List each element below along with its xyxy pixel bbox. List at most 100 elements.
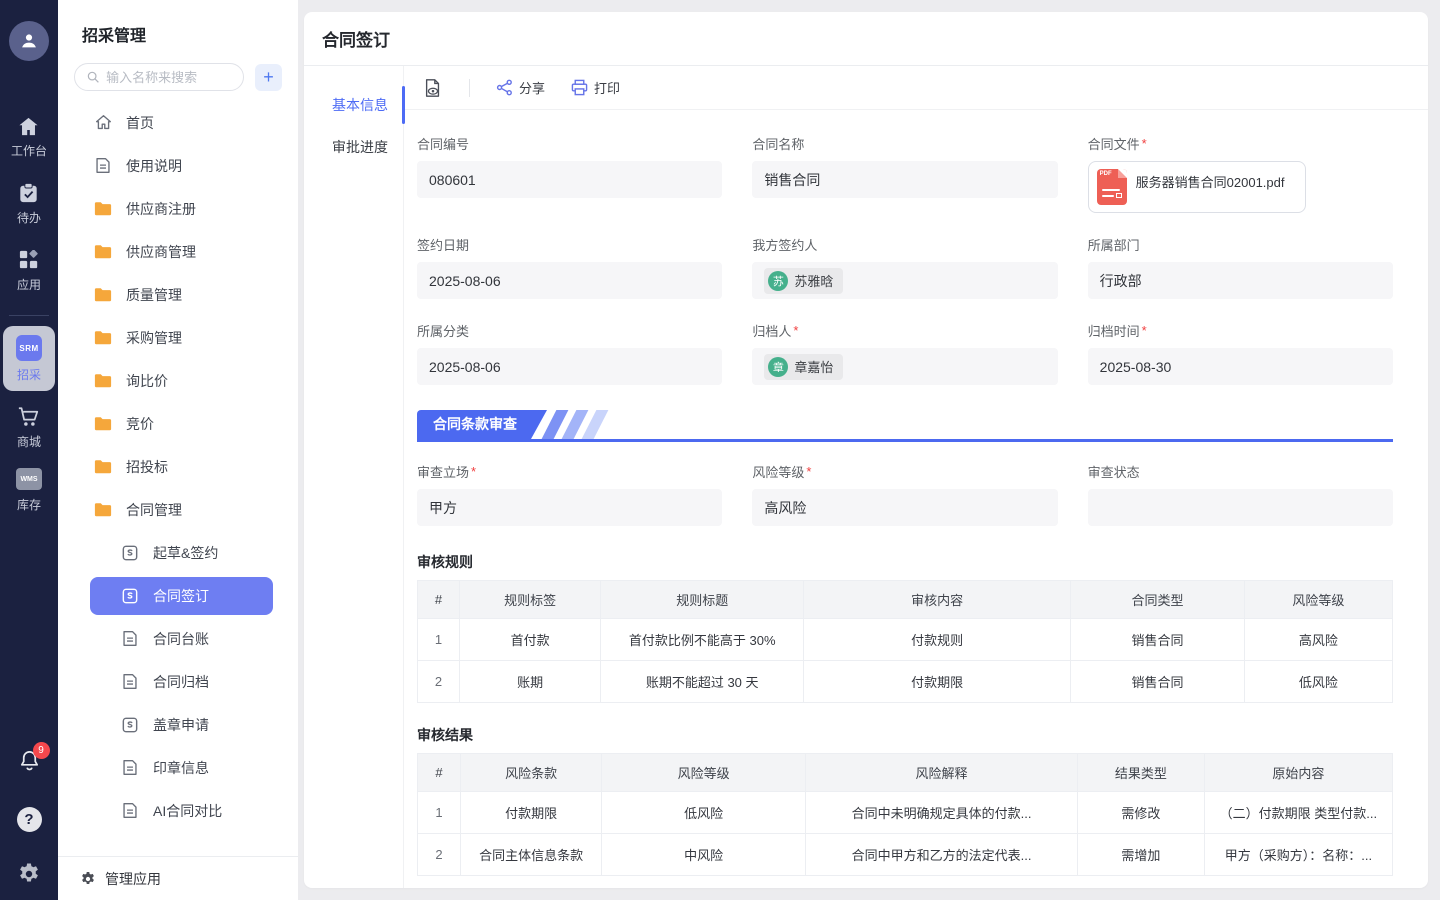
sidebar-item-draft-sign[interactable]: 起草&签约 — [58, 531, 298, 574]
tab-basic-info[interactable]: 基本信息 — [304, 84, 403, 126]
field-contract-no: 合同编号 080601 — [417, 134, 722, 213]
rail-item-workbench[interactable]: 工作台 — [11, 117, 47, 159]
field-archiver: 归档人* 章 章嘉怡 — [752, 321, 1057, 385]
vertical-tabs: 基本信息 审批进度 — [304, 66, 404, 888]
main-area: 合同签订 基本信息 审批进度 分享 — [298, 0, 1440, 900]
srm-badge: SRM — [16, 335, 42, 361]
table-row[interactable]: 1 首付款 首付款比例不能高于 30% 付款规则 销售合同 高风险 — [418, 619, 1393, 661]
search-box — [74, 63, 244, 91]
required-asterisk: * — [806, 464, 811, 479]
sidebar-item-ai-contract-compare[interactable]: AI合同对比 — [58, 789, 298, 832]
sidebar-item-label: 质量管理 — [126, 285, 182, 305]
sidebar-item-contract-mgmt[interactable]: 合同管理 — [58, 488, 298, 531]
sidebar-item-contract-ledger[interactable]: 合同台账 — [58, 617, 298, 660]
sidebar-item-label: 询比价 — [126, 371, 168, 391]
table-row[interactable]: 1 付款期限 低风险 合同中未明确规定具体的付款... 需修改 （二）付款期限 … — [418, 792, 1393, 834]
signer-input[interactable]: 苏 苏雅晗 — [752, 262, 1057, 299]
sidebar-item-label: 首页 — [126, 113, 154, 133]
column-header: 风险解释 — [806, 754, 1078, 792]
sidebar-item-label: 招投标 — [126, 457, 168, 477]
table-cell: 2 — [418, 834, 461, 876]
home-outline-icon — [93, 114, 113, 131]
apps-grid-icon — [19, 250, 39, 270]
review-position-input[interactable]: 甲方 — [417, 489, 722, 526]
page-title: 合同签订 — [322, 26, 390, 51]
preview-file-icon — [423, 78, 443, 98]
tab-approval-progress[interactable]: 审批进度 — [304, 126, 403, 168]
rail-item-todo[interactable]: 待办 — [17, 183, 41, 226]
risk-level-input[interactable]: 高风险 — [752, 489, 1057, 526]
sidebar-item-rfq[interactable]: 询比价 — [58, 359, 298, 402]
share-button[interactable]: 分享 — [490, 74, 551, 101]
user-avatar[interactable] — [9, 21, 49, 61]
sign-date-input[interactable]: 2025-08-06 — [417, 262, 722, 299]
print-button[interactable]: 打印 — [565, 74, 626, 101]
field-label: 审查状态 — [1088, 462, 1140, 481]
field-label: 我方签约人 — [752, 235, 817, 254]
table-cell: 付款期限 — [804, 661, 1071, 703]
table-cell: 需增加 — [1078, 834, 1205, 876]
table-cell: 1 — [418, 619, 460, 661]
rules-table: # 规则标签 规则标题 审核内容 合同类型 风险等级 1 — [417, 580, 1393, 703]
table-cell: 低风险 — [1244, 661, 1392, 703]
sidebar-item-contract-archive[interactable]: 合同归档 — [58, 660, 298, 703]
contract-no-input[interactable]: 080601 — [417, 161, 722, 198]
preview-file-button[interactable] — [417, 74, 449, 102]
rail-item-apps[interactable]: 应用 — [17, 250, 41, 293]
table-row[interactable]: 2 合同主体信息条款 中风险 合同中甲方和乙方的法定代表... 需增加 甲方（采… — [418, 834, 1393, 876]
rail-item-label: 招采 — [17, 366, 41, 383]
review-status-input[interactable] — [1088, 489, 1393, 526]
field-contract-file: 合同文件* PDF 服务器销售合同02001.pdf — [1088, 134, 1393, 213]
field-label: 风险等级 — [752, 462, 804, 481]
sidebar-item-quality-mgmt[interactable]: 质量管理 — [58, 273, 298, 316]
add-button[interactable]: + — [255, 64, 282, 91]
sidebar-item-contract-signing[interactable]: 合同签订 — [90, 577, 273, 615]
field-sign-date: 签约日期 2025-08-06 — [417, 235, 722, 299]
manage-apps-button[interactable]: 管理应用 — [58, 856, 298, 900]
rail-item-wms[interactable]: WMS 库存 — [16, 468, 42, 513]
sidebar-item-seal-apply[interactable]: 盖章申请 — [58, 703, 298, 746]
panel-header: 合同签订 — [304, 12, 1428, 66]
sidebar-item-home[interactable]: 首页 — [58, 101, 298, 144]
field-label: 合同文件 — [1088, 134, 1140, 153]
contract-name-input[interactable]: 销售合同 — [752, 161, 1057, 198]
help-button[interactable]: ? — [17, 807, 42, 832]
settings-gear-button[interactable] — [17, 862, 41, 886]
table-cell: 账期 — [459, 661, 600, 703]
sidebar-item-supplier-mgmt[interactable]: 供应商管理 — [58, 230, 298, 273]
rail-item-mall[interactable]: 商城 — [17, 407, 41, 450]
required-asterisk: * — [1142, 323, 1147, 338]
sidebar-item-procurement-mgmt[interactable]: 采购管理 — [58, 316, 298, 359]
table-row[interactable]: 2 账期 账期不能超过 30 天 付款期限 销售合同 低风险 — [418, 661, 1393, 703]
table-cell: 中风险 — [602, 834, 806, 876]
sidebar-item-bidding-price[interactable]: 竞价 — [58, 402, 298, 445]
column-header: 合同类型 — [1071, 581, 1245, 619]
archive-time-input[interactable]: 2025-08-30 — [1088, 348, 1393, 385]
person-icon — [18, 30, 40, 52]
search-input[interactable] — [106, 70, 231, 85]
sidebar-item-supplier-reg[interactable]: 供应商注册 — [58, 187, 298, 230]
sidebar-search-row: + — [58, 46, 298, 91]
rail-item-srm-active[interactable]: SRM 招采 — [3, 326, 55, 391]
toolbar: 分享 打印 — [404, 66, 1428, 110]
person-avatar: 章 — [768, 357, 788, 377]
department-input[interactable]: 行政部 — [1088, 262, 1393, 299]
sidebar-item-label: 竞价 — [126, 414, 154, 434]
notifications-button[interactable]: 9 — [18, 749, 41, 777]
contract-file-card[interactable]: PDF 服务器销售合同02001.pdf — [1088, 161, 1306, 213]
table-cell: 首付款 — [459, 619, 600, 661]
cart-icon — [18, 407, 39, 427]
required-asterisk: * — [471, 464, 476, 479]
table-cell: 合同中甲方和乙方的法定代表... — [806, 834, 1078, 876]
content-panel: 合同签订 基本信息 审批进度 分享 — [304, 12, 1428, 888]
field-label: 签约日期 — [417, 235, 469, 254]
field-archive-time: 归档时间* 2025-08-30 — [1088, 321, 1393, 385]
category-input[interactable]: 2025-08-06 — [417, 348, 722, 385]
sidebar-item-tendering[interactable]: 招投标 — [58, 445, 298, 488]
column-header: 规则标题 — [601, 581, 804, 619]
sidebar-item-guide[interactable]: 使用说明 — [58, 144, 298, 187]
sidebar-item-seal-info[interactable]: 印章信息 — [58, 746, 298, 789]
table-cell: 1 — [418, 792, 461, 834]
manage-apps-label: 管理应用 — [105, 869, 161, 889]
archiver-input[interactable]: 章 章嘉怡 — [752, 348, 1057, 385]
